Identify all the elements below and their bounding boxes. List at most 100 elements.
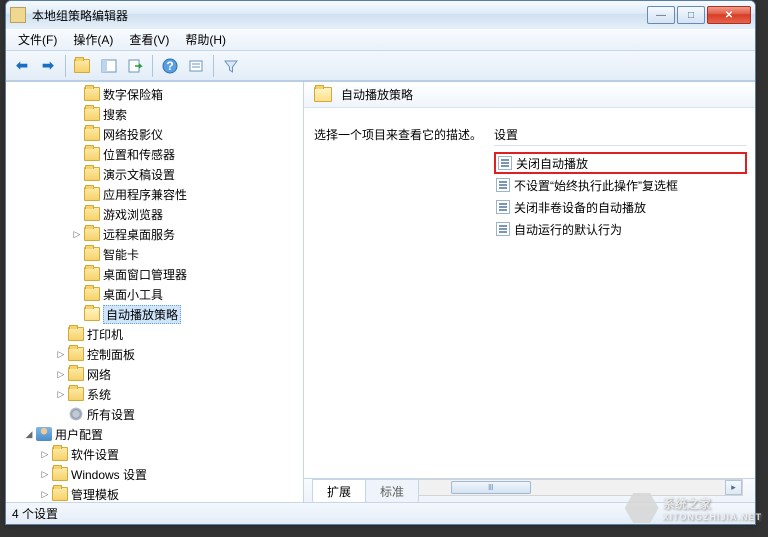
window-title: 本地组策略编辑器	[32, 7, 647, 24]
description-text: 选择一个项目来查看它的描述。	[314, 126, 494, 143]
tree-item-3[interactable]: 位置和传感器	[6, 144, 303, 164]
show-hide-tree-button[interactable]	[97, 54, 121, 78]
tree-item-printer[interactable]: 打印机	[6, 324, 303, 344]
tab-standard[interactable]: 标准	[365, 479, 419, 502]
tree-item-softsettings[interactable]: ▷ 软件设置	[6, 444, 303, 464]
minimize-button[interactable]: ―	[647, 6, 675, 24]
user-icon	[36, 427, 52, 441]
policy-icon	[498, 156, 512, 170]
tree-item-label: 打印机	[87, 326, 123, 343]
tree-item-label: Windows 设置	[71, 466, 147, 483]
tree-item-network[interactable]: ▷ 网络	[6, 364, 303, 384]
toolbar-separator	[65, 55, 66, 77]
tree-item-label: 桌面小工具	[103, 286, 163, 303]
tree-item-label: 数字保险箱	[103, 86, 163, 103]
tree-item-8[interactable]: 智能卡	[6, 244, 303, 264]
status-text: 4 个设置	[12, 505, 58, 522]
gear-icon	[68, 407, 84, 421]
tree-item-system[interactable]: ▷ 系统	[6, 384, 303, 404]
up-button[interactable]	[71, 54, 95, 78]
titlebar[interactable]: 本地组策略编辑器 ― □ ✕	[6, 1, 755, 29]
tree-item-label: 系统	[87, 386, 111, 403]
tree-item-11[interactable]: 自动播放策略	[6, 304, 303, 324]
folder-icon	[68, 347, 84, 361]
expander-icon[interactable]: ▷	[38, 469, 52, 480]
expander-icon[interactable]: ▷	[70, 229, 84, 240]
tree-item-label: 软件设置	[71, 446, 119, 463]
menubar: 文件(F) 操作(A) 查看(V) 帮助(H)	[6, 29, 755, 51]
tree-item-4[interactable]: 演示文稿设置	[6, 164, 303, 184]
tree-item-10[interactable]: 桌面小工具	[6, 284, 303, 304]
tree-item-label: 桌面窗口管理器	[103, 266, 187, 283]
tree-item-2[interactable]: 网络投影仪	[6, 124, 303, 144]
folder-icon	[84, 207, 100, 221]
folder-icon	[84, 187, 100, 201]
maximize-button[interactable]: □	[677, 6, 705, 24]
menu-view[interactable]: 查看(V)	[121, 28, 177, 51]
tree-item-allsettings[interactable]: 所有设置	[6, 404, 303, 424]
tree-item-label: 网络投影仪	[103, 126, 163, 143]
folder-icon	[84, 267, 100, 281]
expander-icon[interactable]: ▷	[54, 389, 68, 400]
back-button[interactable]: ⬅	[10, 54, 34, 78]
tree-item-winsettings[interactable]: ▷ Windows 设置	[6, 464, 303, 484]
menu-help[interactable]: 帮助(H)	[177, 28, 234, 51]
details-title: 自动播放策略	[341, 86, 413, 103]
scroll-thumb[interactable]: Ⅲ	[451, 481, 531, 494]
tree-item-0[interactable]: 数字保险箱	[6, 84, 303, 104]
expander-icon[interactable]: ▷	[54, 369, 68, 380]
folder-icon	[68, 327, 84, 341]
tree-item-7[interactable]: ▷远程桌面服务	[6, 224, 303, 244]
expander-icon[interactable]: ▷	[54, 349, 68, 360]
content-area: 数字保险箱搜索网络投影仪位置和传感器演示文稿设置应用程序兼容性游戏浏览器▷远程桌…	[6, 81, 755, 502]
properties-button[interactable]	[184, 54, 208, 78]
tree-item-5[interactable]: 应用程序兼容性	[6, 184, 303, 204]
tree-item-6[interactable]: 游戏浏览器	[6, 204, 303, 224]
setting-item[interactable]: 自动运行的默认行为	[494, 218, 747, 240]
menu-action[interactable]: 操作(A)	[65, 28, 121, 51]
folder-icon	[68, 387, 84, 401]
folder-icon	[84, 287, 100, 301]
folder-icon	[84, 247, 100, 261]
details-body: 选择一个项目来查看它的描述。 设置 关闭自动播放不设置“始终执行此操作”复选框关…	[304, 108, 755, 478]
tab-extended[interactable]: 扩展	[312, 479, 366, 502]
tree-item-userconfig[interactable]: ◢ 用户配置	[6, 424, 303, 444]
menu-file[interactable]: 文件(F)	[10, 28, 65, 51]
folder-open-icon	[314, 87, 332, 102]
policy-icon	[496, 222, 510, 236]
close-button[interactable]: ✕	[707, 6, 751, 24]
tree-item-label: 网络	[87, 366, 111, 383]
tree-item-label: 用户配置	[55, 426, 103, 443]
expander-icon[interactable]: ◢	[22, 429, 36, 440]
setting-item[interactable]: 不设置“始终执行此操作”复选框	[494, 174, 747, 196]
folder-icon	[68, 367, 84, 381]
scroll-right-button[interactable]: ▸	[725, 480, 742, 495]
tree-item-label: 智能卡	[103, 246, 139, 263]
details-header: 自动播放策略	[304, 82, 755, 108]
tree-item-label: 控制面板	[87, 346, 135, 363]
tree-item-1[interactable]: 搜索	[6, 104, 303, 124]
tree-item-9[interactable]: 桌面窗口管理器	[6, 264, 303, 284]
tree-item-label: 游戏浏览器	[103, 206, 163, 223]
forward-button[interactable]: ➡	[36, 54, 60, 78]
filter-button[interactable]	[219, 54, 243, 78]
tree-item-admtemplates[interactable]: ▷ 管理模板	[6, 484, 303, 502]
help-button[interactable]: ?	[158, 54, 182, 78]
export-button[interactable]	[123, 54, 147, 78]
settings-list: 关闭自动播放不设置“始终执行此操作”复选框关闭非卷设备的自动播放自动运行的默认行…	[494, 152, 747, 240]
expander-icon[interactable]: ▷	[38, 489, 52, 500]
setting-label: 关闭非卷设备的自动播放	[514, 199, 646, 216]
window-buttons: ― □ ✕	[647, 6, 751, 24]
description-column: 选择一个项目来查看它的描述。	[314, 126, 494, 474]
statusbar: 4 个设置	[6, 502, 755, 524]
expander-icon[interactable]: ▷	[38, 449, 52, 460]
tree-item-label: 演示文稿设置	[103, 166, 175, 183]
tree-pane[interactable]: 数字保险箱搜索网络投影仪位置和传感器演示文稿设置应用程序兼容性游戏浏览器▷远程桌…	[6, 82, 304, 502]
tree-item-label: 管理模板	[71, 486, 119, 503]
app-window: 本地组策略编辑器 ― □ ✕ 文件(F) 操作(A) 查看(V) 帮助(H) ⬅…	[5, 0, 756, 525]
policy-icon	[496, 178, 510, 192]
setting-item[interactable]: 关闭非卷设备的自动播放	[494, 196, 747, 218]
settings-header[interactable]: 设置	[494, 126, 747, 146]
setting-item[interactable]: 关闭自动播放	[494, 152, 747, 174]
tree-item-controlpanel[interactable]: ▷ 控制面板	[6, 344, 303, 364]
